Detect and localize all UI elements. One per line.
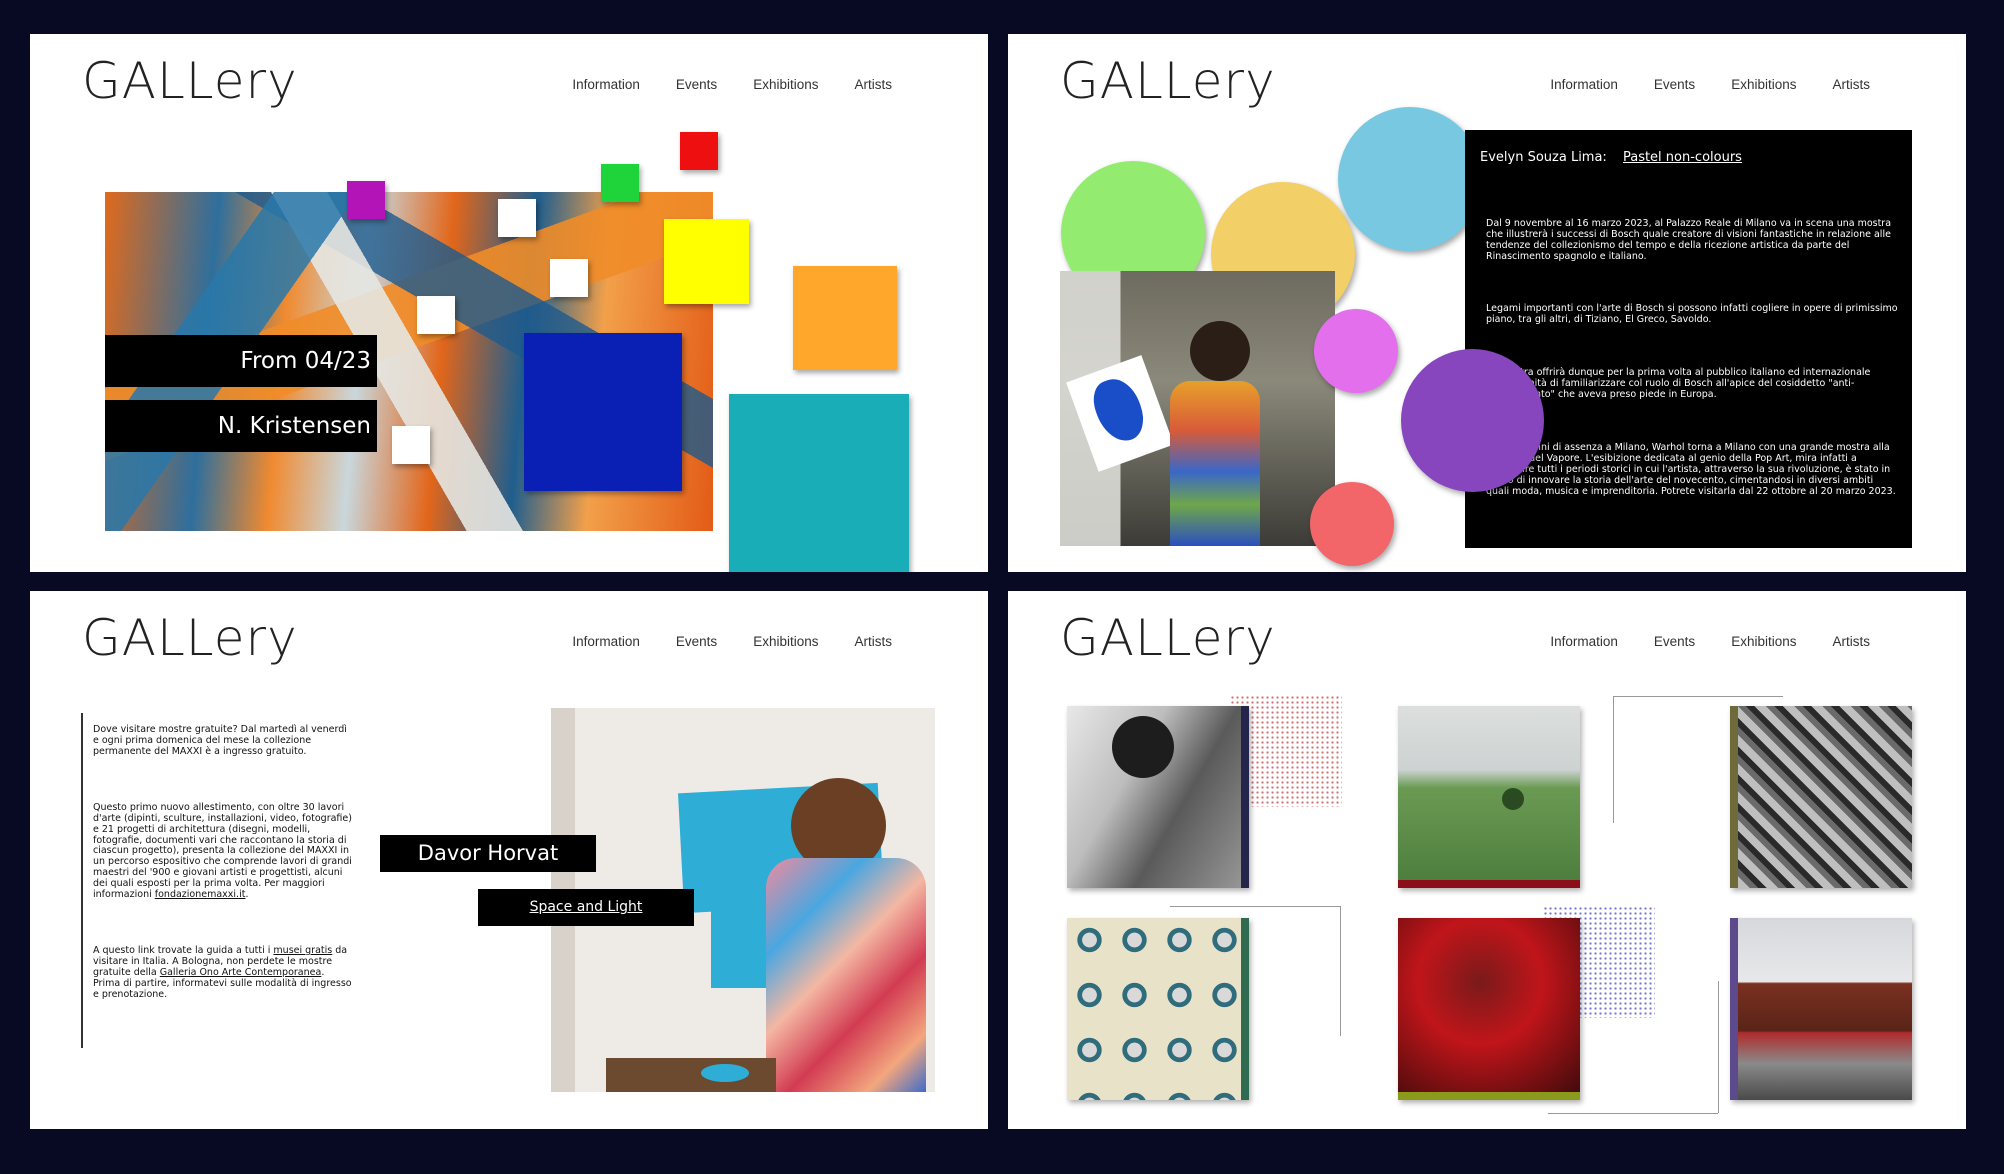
nav-information[interactable]: Information bbox=[572, 77, 640, 92]
musei-gratis-link[interactable]: musei gratis bbox=[273, 945, 332, 956]
panel-hero-collage: GALLery Information Events Exhibitions A… bbox=[30, 34, 988, 572]
museum-text-column: Dove visitare mostre gratuite? Dal marte… bbox=[93, 724, 353, 1001]
galleria-link[interactable]: Galleria Ono Arte Contemporanea bbox=[160, 967, 322, 978]
gallery-logo[interactable]: GALLery bbox=[1060, 613, 1276, 663]
fondazione-link[interactable]: fondazionemaxxi.it bbox=[155, 889, 246, 900]
gallery-logo[interactable]: GALLery bbox=[1060, 56, 1276, 106]
space-and-light-link[interactable]: Space and Light bbox=[478, 889, 694, 926]
decorative-line bbox=[1718, 981, 1719, 1113]
nav-artists[interactable]: Artists bbox=[854, 634, 892, 649]
date-banner: From 04/23 bbox=[105, 335, 377, 387]
info-paragraph: Dopo 10 anni di assenza a Milano, Warhol… bbox=[1486, 442, 1896, 497]
gallery-logo[interactable]: GALLery bbox=[82, 613, 298, 663]
artist-banner: N. Kristensen bbox=[105, 400, 377, 452]
nav-artists[interactable]: Artists bbox=[1832, 77, 1870, 92]
info-paragraph: La mostra offrirà dunque per la prima vo… bbox=[1486, 367, 1871, 400]
purple-circle bbox=[1401, 349, 1544, 492]
decorative-line bbox=[1613, 696, 1614, 823]
blue-circle bbox=[1338, 107, 1482, 251]
green-square bbox=[601, 164, 639, 202]
nav-exhibitions[interactable]: Exhibitions bbox=[1731, 77, 1796, 92]
main-nav: Information Events Exhibitions Artists bbox=[572, 634, 892, 649]
panel-exhibition-info: GALLery Information Events Exhibitions A… bbox=[1008, 34, 1966, 572]
photo-tile-pattern[interactable] bbox=[1067, 918, 1249, 1100]
photo-portrait-bw[interactable] bbox=[1067, 706, 1249, 888]
text-paragraph: Questo primo nuovo allestimento, con olt… bbox=[93, 801, 352, 901]
nav-artists[interactable]: Artists bbox=[1832, 634, 1870, 649]
artist-name-banner: Davor Horvat bbox=[380, 835, 596, 872]
main-nav: Information Events Exhibitions Artists bbox=[572, 77, 892, 92]
magenta-square bbox=[347, 181, 385, 219]
main-nav: Information Events Exhibitions Artists bbox=[1550, 77, 1870, 92]
blue-square bbox=[524, 333, 682, 491]
nav-events[interactable]: Events bbox=[676, 634, 717, 649]
panel-artist-feature: GALLery Information Events Exhibitions A… bbox=[30, 591, 988, 1129]
nav-information[interactable]: Information bbox=[1550, 77, 1618, 92]
photo-lone-tree[interactable] bbox=[1398, 706, 1580, 888]
white-square bbox=[498, 199, 536, 237]
orange-square bbox=[793, 266, 897, 370]
info-paragraph: Legami importanti con l'arte di Bosch si… bbox=[1486, 303, 1898, 325]
panel-photo-grid: GALLery Information Events Exhibitions A… bbox=[1008, 591, 1966, 1129]
nav-events[interactable]: Events bbox=[676, 77, 717, 92]
nav-artists[interactable]: Artists bbox=[854, 77, 892, 92]
decorative-line bbox=[1548, 1113, 1718, 1114]
info-paragraph: Dal 9 novembre al 16 marzo 2023, al Pala… bbox=[1486, 218, 1892, 262]
nav-information[interactable]: Information bbox=[572, 634, 640, 649]
nav-information[interactable]: Information bbox=[1550, 634, 1618, 649]
photo-steel-structure[interactable] bbox=[1730, 706, 1912, 888]
nav-events[interactable]: Events bbox=[1654, 77, 1695, 92]
decorative-line bbox=[1340, 906, 1341, 1036]
decorative-line bbox=[1170, 906, 1340, 907]
gallery-logo[interactable]: GALLery bbox=[82, 56, 298, 106]
artist-name: Evelyn Souza Lima: bbox=[1480, 150, 1607, 165]
pink-circle bbox=[1314, 309, 1398, 393]
exhibition-info-box: Evelyn Souza Lima: Pastel non-colours Da… bbox=[1465, 130, 1912, 548]
artist-studio-photo bbox=[1060, 271, 1335, 546]
exhibition-title-link[interactable]: Pastel non-colours bbox=[1623, 150, 1742, 165]
white-square bbox=[392, 426, 430, 464]
yellow-square bbox=[664, 219, 749, 304]
vertical-divider bbox=[81, 713, 83, 1048]
photo-red-portrait[interactable] bbox=[1398, 918, 1580, 1100]
red-square bbox=[680, 132, 718, 170]
photo-mountain-train[interactable] bbox=[1730, 918, 1912, 1100]
text-paragraph: Dove visitare mostre gratuite? Dal marte… bbox=[93, 724, 347, 757]
text-paragraph: A questo link trovate la guida a tutti i… bbox=[93, 945, 352, 1000]
teal-square bbox=[729, 394, 909, 572]
white-square bbox=[550, 259, 588, 297]
red-circle bbox=[1310, 482, 1394, 566]
nav-exhibitions[interactable]: Exhibitions bbox=[1731, 634, 1796, 649]
nav-exhibitions[interactable]: Exhibitions bbox=[753, 77, 818, 92]
decorative-line bbox=[1613, 696, 1783, 697]
main-nav: Information Events Exhibitions Artists bbox=[1550, 634, 1870, 649]
nav-exhibitions[interactable]: Exhibitions bbox=[753, 634, 818, 649]
nav-events[interactable]: Events bbox=[1654, 634, 1695, 649]
white-square bbox=[417, 296, 455, 334]
